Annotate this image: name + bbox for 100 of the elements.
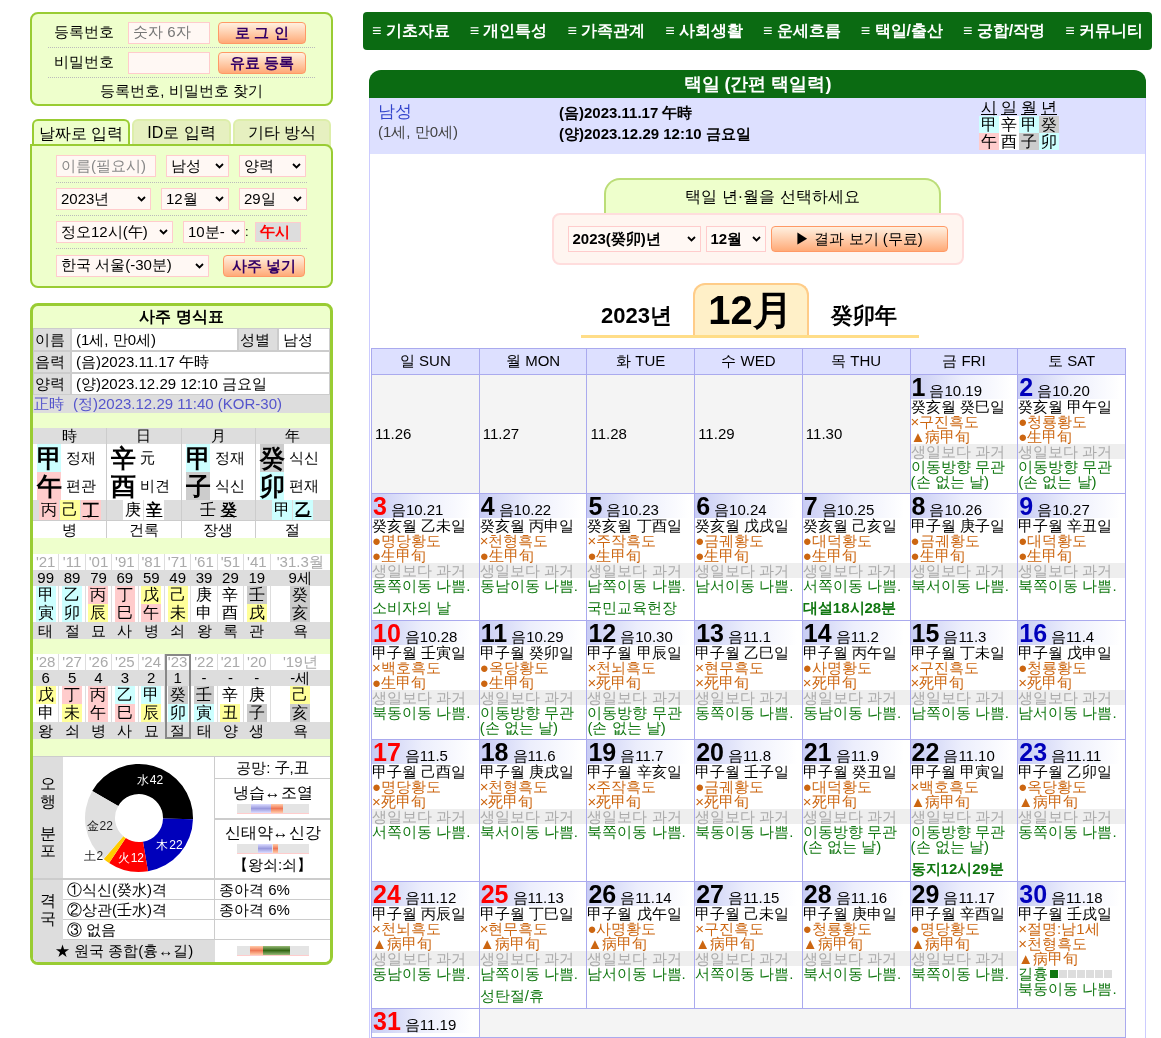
event-text: 소비자의 날 <box>372 598 453 616</box>
nav-link[interactable]: ≡ 택일/출산 <box>860 19 944 43</box>
previous-month-date: 11.26 <box>375 423 412 444</box>
omen-text: ▲病甲旬 <box>587 936 648 951</box>
register-button[interactable]: 유료 등록 <box>218 51 306 74</box>
direction-text: (손 없는 날) <box>910 839 989 854</box>
id-input[interactable]: 숫자 6자 <box>128 21 210 44</box>
omen-text: ●生甲旬 <box>479 675 534 690</box>
year-label: '25 <box>115 653 135 670</box>
stage-label: 사 <box>117 622 133 639</box>
gender-select[interactable]: 남성 <box>166 155 229 177</box>
login-button[interactable]: 로 그 인 <box>218 21 306 44</box>
value-label: 22 <box>168 837 183 852</box>
month-select[interactable]: 12월 <box>705 226 766 252</box>
stem-character: 甲 <box>141 686 162 704</box>
age-label: - <box>254 669 260 686</box>
lunar-date: 음11.19 <box>404 1017 457 1033</box>
direction-text: (손 없는 날) <box>910 474 989 489</box>
find-account-link[interactable]: 등록번호, 비밀번호 찾기 <box>100 79 263 103</box>
birthday-note: 생일보다 과거 <box>695 563 802 578</box>
omen-text: ●生甲旬 <box>372 675 427 690</box>
age-label: 79 <box>90 569 107 586</box>
stage-label: 왕 <box>196 622 212 639</box>
category-label: 水 <box>136 772 149 787</box>
input-tab[interactable]: 날짜로 입력 <box>32 119 131 146</box>
age-label: 1 <box>173 669 182 686</box>
stem-character: 己 <box>167 586 188 604</box>
insert-saju-button[interactable]: 사주 넣기 <box>223 254 305 277</box>
nav-link[interactable]: ≡ 기초자료 <box>371 19 450 43</box>
stem-character: 乙 <box>62 586 83 604</box>
branch-character: 亥 <box>290 604 311 622</box>
direction-text: (손 없는 날) <box>479 720 559 735</box>
omen-text: ×주작흑도 <box>587 779 657 794</box>
omen-text: ●금궤황도 <box>695 779 765 794</box>
day-number: 6 <box>696 494 711 518</box>
ten-god-label: 식신 <box>214 475 245 496</box>
lunar-date: 음11.11 <box>1051 748 1102 764</box>
stage-label: 병 <box>62 521 78 538</box>
omen-text: ×현무흑도 <box>479 921 550 936</box>
nav-link[interactable]: ≡ 가족관계 <box>567 19 646 43</box>
lunar-date: 음10.25 <box>821 502 875 518</box>
stem-character: 癸 <box>259 444 284 472</box>
nav-link[interactable]: ≡ 운세흐름 <box>763 19 841 43</box>
stage-label: 사 <box>117 722 133 739</box>
input-tab[interactable]: ID로 입력 <box>132 119 231 146</box>
view-results-button[interactable]: ▶ 결과 보기 (무료) <box>770 226 948 252</box>
year-label: '19년 <box>282 653 318 670</box>
day-number: 26 <box>588 882 617 906</box>
year-select[interactable]: 2023(癸卯)년 <box>567 226 701 252</box>
stem-character: 丁 <box>114 586 135 604</box>
birthday-note: 생일보다 과거 <box>802 951 910 966</box>
stem-character: 辛 <box>220 686 241 704</box>
lunar-date: 음10.30 <box>620 629 673 645</box>
hour-select[interactable]: 정오12시(午) <box>56 221 173 243</box>
pillar-heading: 일 <box>1000 99 1018 116</box>
direction-text: 북서이동 나쁨. <box>910 578 1010 593</box>
nav-link[interactable]: ≡ 궁합/작명 <box>963 19 1046 43</box>
omen-text: ×백호흑도 <box>910 779 980 794</box>
direction-text: 북쪽이동 나쁨. <box>910 966 1010 981</box>
name-input[interactable]: 이름(필요시) <box>56 155 156 177</box>
omen-text: ●사명황도 <box>587 921 657 936</box>
omen-text: ×천형흑도 <box>479 779 549 794</box>
branch-character: 卯 <box>1039 133 1059 150</box>
day-number: 18 <box>480 740 509 764</box>
stem-character: 壬 <box>246 586 267 604</box>
direction-text: 동남이동 나쁨. <box>802 705 903 720</box>
nav-link[interactable]: ≡ 개인특성 <box>469 19 548 43</box>
branch-character: 卯 <box>259 472 284 500</box>
hidden-stem: 癸 <box>218 500 239 520</box>
nav-link[interactable]: ≡ 커뮤니티 <box>1065 19 1144 43</box>
direction-text: 북동이동 나쁨. <box>1018 981 1118 996</box>
row-label: 正時 <box>33 395 65 413</box>
stem-character: 辛 <box>111 444 136 472</box>
lunar-date: 음11.7 <box>620 748 664 764</box>
direction-text: 서쪽이동 나쁨. <box>695 966 795 981</box>
category-label: 土 <box>83 848 96 863</box>
day-number: 24 <box>373 882 401 906</box>
value-label: 12 <box>130 850 144 865</box>
year-select[interactable]: 2023년 <box>56 188 151 210</box>
minute-select[interactable]: 10분- <box>183 221 245 243</box>
ganji-text: 甲子월 丙午일 <box>802 645 898 660</box>
day-number: 19 <box>588 740 617 764</box>
nav-link[interactable]: ≡ 사회생활 <box>665 19 744 43</box>
password-input[interactable] <box>128 51 210 74</box>
value-label: 42 <box>149 772 163 787</box>
month-select[interactable]: 12월 <box>161 188 229 210</box>
omen-text: ▲病甲旬 <box>372 936 432 951</box>
year-label: '01 <box>88 553 109 570</box>
stage-label: 병 <box>143 622 159 639</box>
input-tab[interactable]: 기타 방식 <box>232 119 331 146</box>
age-label: - <box>201 669 207 686</box>
birthday-note: 생일보다 과거 <box>910 690 1018 705</box>
day-select[interactable]: 29일 <box>239 188 307 210</box>
calendar-type-select[interactable]: 양력 <box>239 155 306 177</box>
location-select[interactable]: 한국 서울(-30분) <box>56 254 209 277</box>
day-number: 11 <box>480 621 508 645</box>
chevron-icon <box>751 236 761 242</box>
lunar-date: 음11.13 <box>512 890 564 906</box>
stage-label: 태 <box>196 722 212 739</box>
omen-text: ×구진흑도 <box>910 414 981 429</box>
